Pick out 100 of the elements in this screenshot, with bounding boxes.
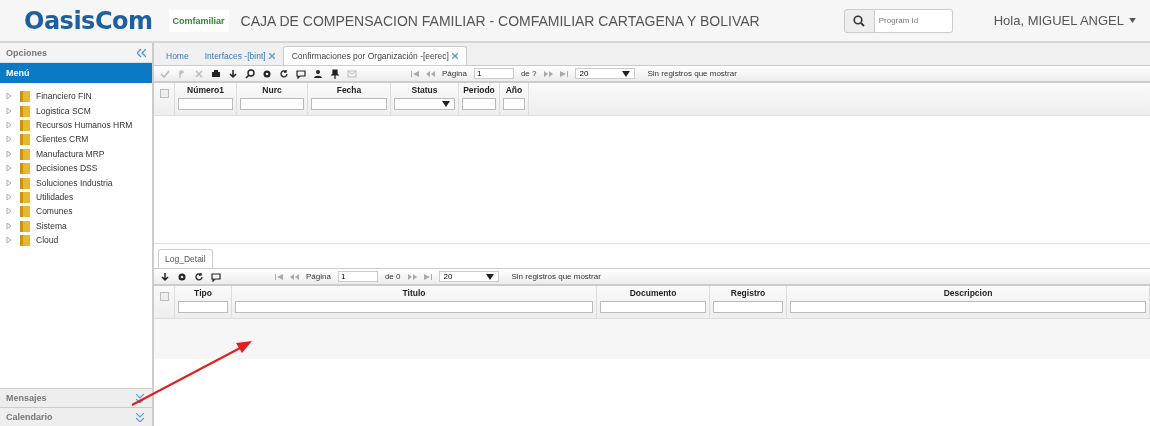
expand-down-icon[interactable] xyxy=(136,412,144,422)
menu-item[interactable]: Manufactura MRP xyxy=(36,148,105,159)
page-size-select[interactable]: 20 xyxy=(438,271,499,282)
expand-icon[interactable] xyxy=(6,179,14,186)
filter-select[interactable] xyxy=(394,98,455,110)
pin-icon[interactable] xyxy=(330,68,340,79)
folder-icon xyxy=(20,90,30,103)
refresh-icon[interactable] xyxy=(279,68,289,79)
expand-icon[interactable] xyxy=(6,107,14,114)
column-header[interactable]: Fecha xyxy=(336,85,362,95)
expand-icon[interactable] xyxy=(6,121,14,128)
expand-icon[interactable] xyxy=(6,165,14,172)
expand-down-icon[interactable] xyxy=(136,393,144,403)
records-status: Sin registros que mostrar xyxy=(511,272,601,281)
expand-icon[interactable] xyxy=(6,93,14,100)
download-icon[interactable] xyxy=(160,271,170,282)
column-header[interactable]: Descripcion xyxy=(943,288,993,298)
menu-item[interactable]: Soluciones Industria xyxy=(36,177,113,188)
options-panel-header[interactable]: Opciones xyxy=(0,43,152,63)
search-button[interactable] xyxy=(843,8,875,33)
menu-item[interactable]: Sistema xyxy=(36,220,67,231)
program-id-field[interactable]: Program Id xyxy=(874,8,953,33)
search-icon[interactable] xyxy=(245,68,255,79)
first-page-icon[interactable] xyxy=(275,273,283,280)
next-page-icon[interactable] xyxy=(543,70,553,77)
folder-icon xyxy=(20,133,30,146)
print-icon[interactable] xyxy=(211,68,221,79)
filter-field[interactable] xyxy=(178,301,228,313)
column-header[interactable]: Periodo xyxy=(463,85,495,95)
filter-field[interactable] xyxy=(503,98,525,110)
menu-item[interactable]: Comunes xyxy=(36,206,73,217)
caret-icon xyxy=(442,101,450,107)
menu-item[interactable]: Cloud xyxy=(36,235,59,246)
menu-item[interactable]: Financiero FIN xyxy=(36,91,92,102)
expand-icon[interactable] xyxy=(6,237,14,244)
tab[interactable]: Home xyxy=(158,47,197,65)
menu-item[interactable]: Recursos Humanos HRM xyxy=(36,119,133,130)
collapse-icon[interactable] xyxy=(137,48,146,57)
filter-field[interactable] xyxy=(240,98,304,110)
page-input[interactable]: 1 xyxy=(337,271,378,282)
records-status: Sin registros que mostrar xyxy=(647,69,737,78)
comment-icon[interactable] xyxy=(296,68,306,79)
expand-icon[interactable] xyxy=(6,222,14,229)
expand-icon[interactable] xyxy=(6,193,14,200)
panel-header[interactable]: Mensajes xyxy=(0,388,152,407)
column-header[interactable]: Registro xyxy=(730,288,766,298)
column-header[interactable]: Documento xyxy=(629,288,677,298)
filter-field[interactable] xyxy=(311,98,387,110)
column-header[interactable]: Tipo xyxy=(194,288,212,298)
comment-icon[interactable] xyxy=(211,271,221,282)
gear-icon[interactable] xyxy=(262,68,272,79)
filter-field[interactable] xyxy=(713,301,783,313)
next-page-icon[interactable] xyxy=(407,273,417,280)
refresh-icon[interactable] xyxy=(194,271,204,282)
column-header[interactable]: Titulo xyxy=(402,288,426,298)
page-label: Página xyxy=(306,272,331,281)
menu-item[interactable]: Decisiones DSS xyxy=(36,163,98,174)
filter-field[interactable] xyxy=(790,301,1146,313)
last-page-icon[interactable] xyxy=(559,70,568,77)
page-count: de 0 xyxy=(384,272,401,281)
tab[interactable]: Interfaces -[bint] xyxy=(196,47,283,65)
column-header[interactable]: Número1 xyxy=(187,85,224,95)
page-count: de ? xyxy=(520,69,537,78)
menu-header[interactable]: Menú xyxy=(0,63,152,83)
previous-page-icon[interactable] xyxy=(290,273,299,280)
user-menu[interactable]: Hola, MIGUEL ANGEL xyxy=(993,13,1136,28)
filter-field[interactable] xyxy=(235,301,593,313)
column-header[interactable]: Nurc xyxy=(262,85,282,95)
tab[interactable]: Log_Detail xyxy=(158,249,213,268)
first-page-icon[interactable] xyxy=(411,70,419,77)
gear-icon[interactable] xyxy=(177,271,187,282)
expand-icon[interactable] xyxy=(6,150,14,157)
menu-item[interactable]: Clientes CRM xyxy=(36,134,89,145)
last-page-icon[interactable] xyxy=(423,273,432,280)
person-icon[interactable] xyxy=(313,68,323,79)
search-icon xyxy=(853,14,866,27)
filter-field[interactable] xyxy=(462,98,496,110)
tab[interactable]: Confirmaciones por Organización -[eerec] xyxy=(282,46,467,65)
close-icon[interactable] xyxy=(451,53,458,59)
folder-icon xyxy=(20,147,30,160)
page-label: Página xyxy=(442,69,467,78)
close-icon[interactable] xyxy=(268,53,275,59)
select-all-checkbox[interactable] xyxy=(159,89,169,98)
page-input[interactable]: 1 xyxy=(473,68,514,79)
expand-icon[interactable] xyxy=(6,208,14,215)
column-header[interactable]: Status xyxy=(411,85,438,95)
caret-icon xyxy=(485,273,494,280)
previous-page-icon[interactable] xyxy=(426,70,435,77)
filter-field[interactable] xyxy=(600,301,706,313)
menu-item[interactable]: Utilidades xyxy=(36,191,74,202)
menu-item[interactable]: Logistica SCM xyxy=(36,105,91,116)
expand-icon[interactable] xyxy=(6,136,14,143)
brand-logo[interactable]: OasisCom xyxy=(24,6,153,35)
panel-header[interactable]: Calendario xyxy=(0,407,152,426)
select-all-checkbox[interactable] xyxy=(159,292,169,301)
folder-icon xyxy=(20,176,30,189)
page-size-select[interactable]: 20 xyxy=(574,68,635,79)
column-header[interactable]: Año xyxy=(505,85,523,95)
filter-field[interactable] xyxy=(178,98,233,110)
download-icon[interactable] xyxy=(228,68,238,79)
